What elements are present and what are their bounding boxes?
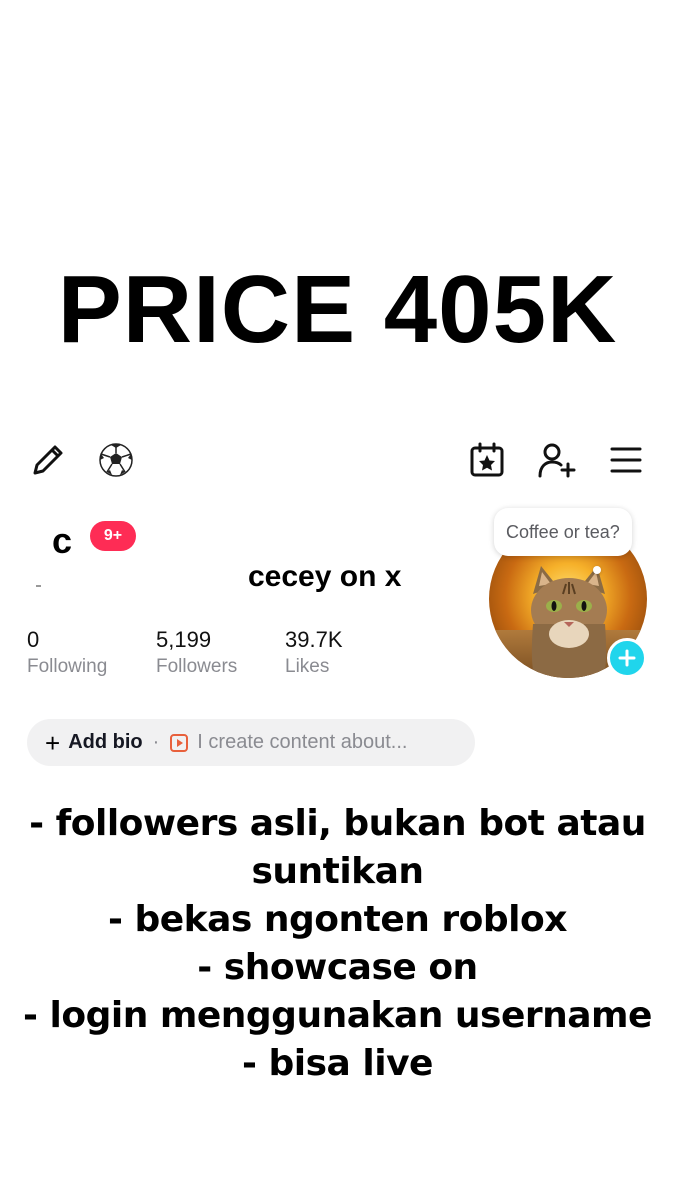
add-bio-button[interactable]: + Add bio · I create content about... bbox=[27, 719, 475, 766]
description-line: - bisa live bbox=[242, 1043, 433, 1084]
display-name: cecey on x bbox=[248, 560, 402, 593]
stat-followers[interactable]: 5,199 Followers bbox=[156, 626, 237, 680]
plus-icon bbox=[618, 649, 636, 667]
avatar-add-button[interactable] bbox=[607, 638, 647, 678]
stat-label: Likes bbox=[285, 656, 330, 677]
calendar-star-icon[interactable] bbox=[467, 440, 507, 480]
add-bio-label: Add bio bbox=[68, 731, 143, 753]
description-line: - login menggunakan username bbox=[23, 995, 652, 1036]
stat-value: 5,199 bbox=[156, 627, 212, 652]
stat-label: Following bbox=[27, 656, 108, 677]
stat-likes[interactable]: 39.7K Likes bbox=[285, 626, 343, 680]
menu-icon[interactable] bbox=[606, 440, 646, 480]
description-line: - showcase on bbox=[197, 947, 478, 988]
notification-badge[interactable]: 9+ bbox=[90, 521, 136, 551]
play-icon bbox=[169, 733, 189, 753]
add-user-icon[interactable] bbox=[536, 440, 576, 480]
divider-mark bbox=[36, 585, 41, 587]
description: - followers asli, bukan bot atau suntika… bbox=[20, 800, 655, 1088]
description-line: suntikan bbox=[251, 851, 424, 892]
pencil-icon[interactable] bbox=[28, 440, 68, 480]
soccer-ball-icon bbox=[96, 440, 136, 480]
stat-following[interactable]: 0 Following bbox=[27, 626, 107, 680]
price-title: PRICE 405K bbox=[57, 256, 618, 363]
separator: · bbox=[152, 731, 160, 753]
bio-hint: I create content about... bbox=[197, 731, 408, 753]
stat-value: 0 bbox=[27, 627, 40, 652]
bubble-tail bbox=[593, 566, 601, 574]
stat-label: Followers bbox=[156, 656, 238, 677]
description-line: - followers asli, bukan bot atau bbox=[29, 803, 646, 844]
plus-icon: + bbox=[45, 727, 61, 758]
username: c bbox=[52, 520, 73, 561]
note-bubble[interactable]: Coffee or tea? bbox=[494, 508, 632, 556]
stat-value: 39.7K bbox=[285, 627, 343, 652]
description-line: - bekas ngonten roblox bbox=[108, 899, 567, 940]
